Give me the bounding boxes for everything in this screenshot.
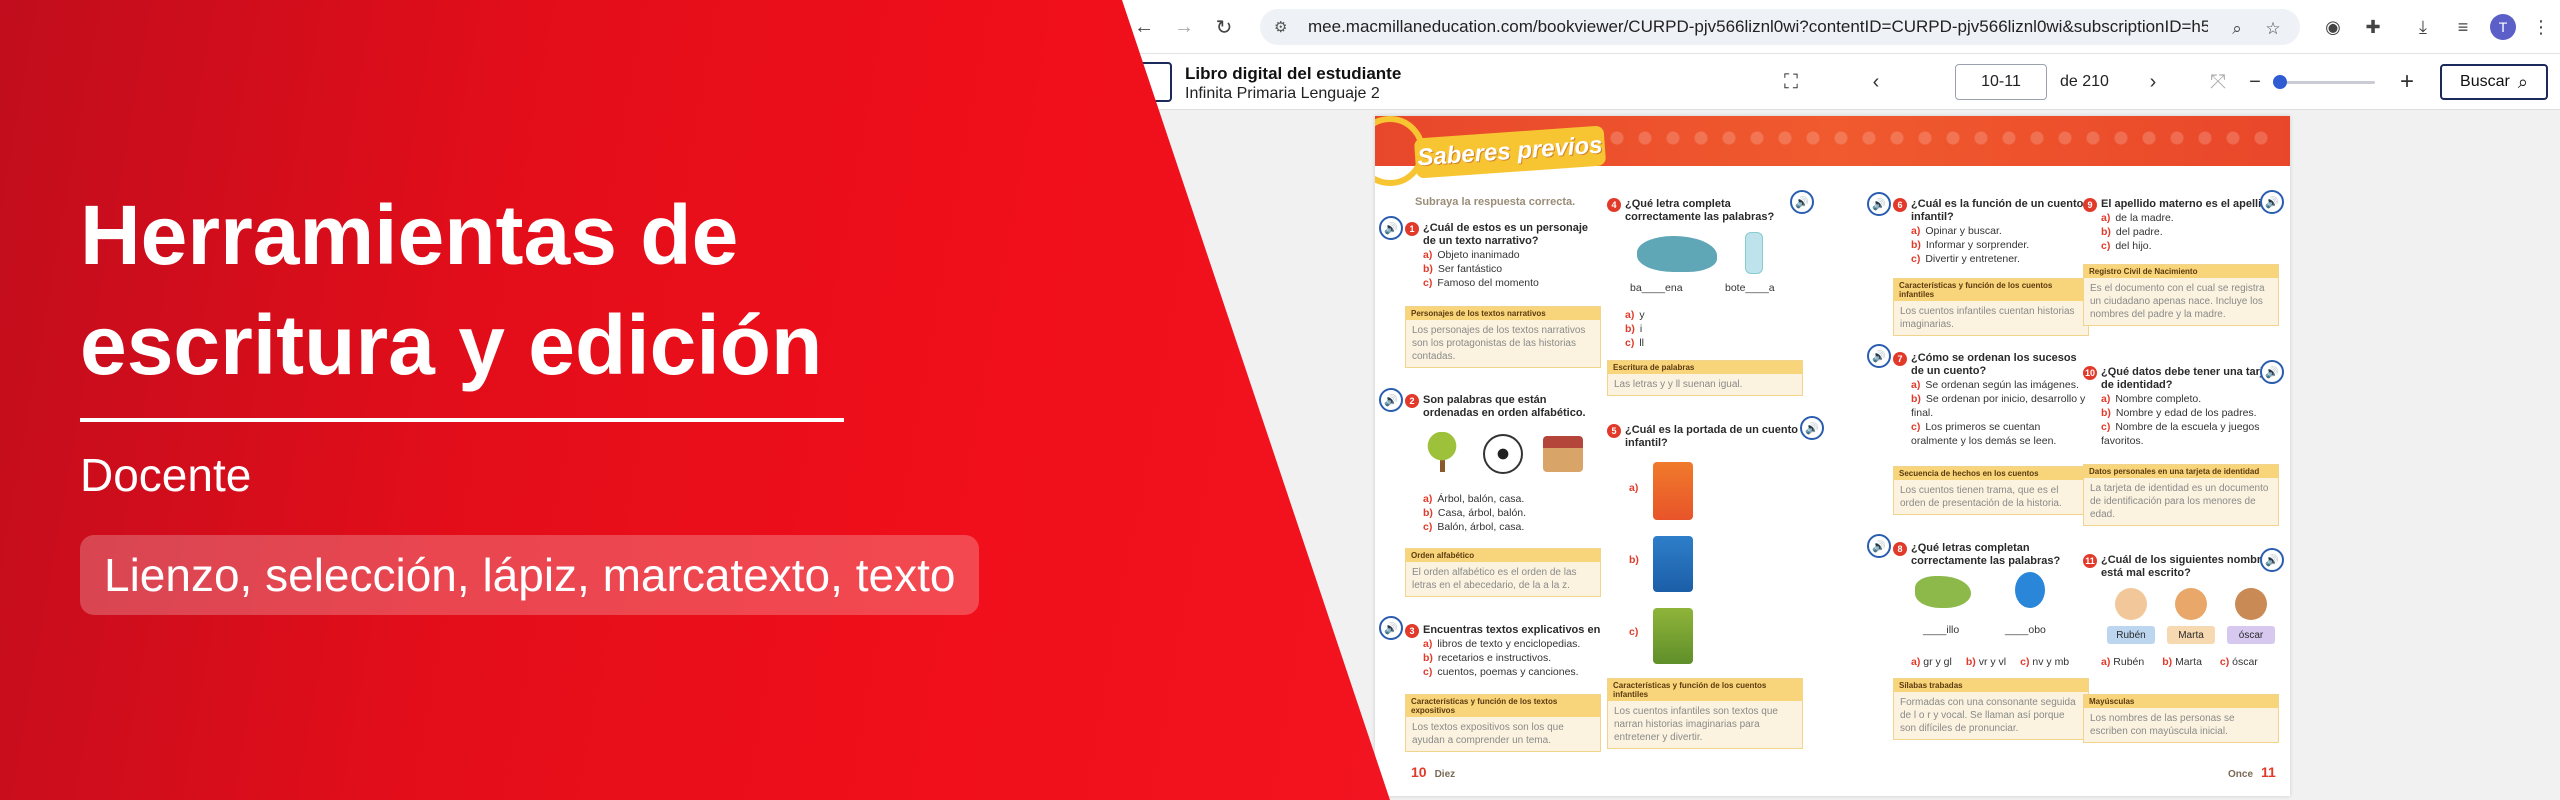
fullscreen-icon[interactable]: ⛶	[1778, 69, 1804, 95]
question-4: 4 ¿Qué letra completa correctamente las …	[1607, 198, 1803, 224]
extensions-puzzle-icon[interactable]: ✚	[2360, 14, 2386, 40]
question-8: 8 ¿Qué letras completan correctamente la…	[1893, 542, 2089, 568]
book-title: Libro digital del estudiante	[1185, 64, 1402, 83]
question-11-options: a) Rubén b) Marta c) óscar	[2101, 656, 2258, 668]
bookmark-star-icon[interactable]: ☆	[2262, 18, 2284, 40]
child-rube-illustration	[2115, 588, 2147, 620]
search-icon: ⌕	[2517, 71, 2528, 92]
word-blank-3: ____illo	[1923, 624, 1960, 636]
answer-box-5: Características y función de los cuentos…	[1607, 678, 1803, 749]
address-bar[interactable]: ⚙ mee.macmillaneducation.com/bookviewer/…	[1260, 9, 2300, 45]
audio-button-9[interactable]: 🔊	[2260, 190, 2284, 214]
answer-box-3: Características y función de los textos …	[1405, 694, 1601, 752]
answer-box-7: Secuencia de hechos en los cuentos Los c…	[1893, 466, 2089, 515]
promo-role: Docente	[80, 449, 252, 501]
zoom-magnifier-icon[interactable]: ⌕	[2226, 18, 2248, 40]
page-number-input[interactable]: 10-11	[1955, 64, 2047, 100]
bottle-illustration	[1745, 232, 1763, 274]
option-letter-c: c)	[1629, 626, 1639, 638]
question-3: 3 Encuentras textos explicativos en a) li…	[1405, 624, 1601, 679]
balloon-illustration	[2015, 572, 2045, 608]
house-illustration	[1543, 436, 1583, 472]
option-letter-b: b)	[1629, 554, 1639, 566]
forward-arrow-icon[interactable]: →	[1170, 13, 1198, 41]
camera-icon[interactable]: ◉	[2320, 14, 2346, 40]
zoom-out-icon[interactable]: −	[2242, 69, 2268, 95]
page-footer-right: Once 11	[2228, 764, 2276, 780]
answer-box-8: Sílabas trabadas Formadas con una conson…	[1893, 678, 2089, 740]
whale-illustration	[1637, 236, 1717, 272]
cover-b-illustration[interactable]	[1653, 536, 1693, 592]
more-menu-icon[interactable]: ⋮	[2528, 14, 2554, 40]
audio-button-10[interactable]: 🔊	[2260, 360, 2284, 384]
browser-toolbar: ← → ↻ ⚙ mee.macmillaneducation.com/bookv…	[1110, 0, 2560, 54]
zoom-in-icon[interactable]: +	[2394, 68, 2420, 95]
book-spread[interactable]: Saberes previos Subraya la respuesta cor…	[1375, 116, 2290, 796]
zoom-slider-handle[interactable]	[2273, 75, 2287, 89]
answer-box-10: Datos personales en una tarjeta de ident…	[2083, 464, 2279, 526]
viewer-toolbar: ‹ Libro digital del estudiante Infinita …	[1110, 54, 2560, 110]
audio-button-5[interactable]: 🔊	[1800, 416, 1824, 440]
word-blank-4: ____obo	[2005, 624, 2046, 636]
audio-button-4[interactable]: 🔊	[1790, 190, 1814, 214]
answer-box-1: Personajes de los textos narrativos Los …	[1405, 306, 1601, 368]
cover-a-illustration[interactable]	[1653, 462, 1693, 520]
question-1: 1 ¿Cuál de estos es un personaje de un t…	[1405, 222, 1601, 290]
answer-box-2: Orden alfabético El orden alfabético es …	[1405, 548, 1601, 597]
search-button-label: Buscar	[2460, 73, 2510, 90]
child-oscar-illustration	[2235, 588, 2267, 620]
name-tag-1: Rubén	[2107, 626, 2155, 644]
search-button[interactable]: Buscar ⌕	[2440, 64, 2548, 100]
question-5: 5 ¿Cuál es la portada de un cuento infan…	[1607, 424, 1803, 450]
name-tag-3: óscar	[2227, 626, 2275, 644]
audio-button-8[interactable]: 🔊	[1867, 534, 1891, 558]
zoom-slider-track[interactable]	[2275, 81, 2375, 84]
audio-button-6[interactable]: 🔊	[1867, 192, 1891, 216]
cover-c-illustration[interactable]	[1653, 608, 1693, 664]
cricket-illustration	[1915, 576, 1971, 608]
promo-tools-pill: Lienzo, selección, lápiz, marcatexto, te…	[80, 535, 980, 615]
name-tag-2: Marta	[2167, 626, 2215, 644]
page-total: de 210	[2060, 73, 2109, 90]
option-letter-a: a)	[1629, 482, 1639, 494]
word-blank-2: bote____a	[1725, 282, 1775, 294]
question-2: 2 Son palabras que están ordenadas en or…	[1405, 394, 1601, 420]
download-icon[interactable]: ⤓	[2410, 14, 2436, 40]
audio-button-7[interactable]: 🔊	[1867, 344, 1891, 368]
answer-box-9: Registro Civil de Nacimiento Es el docum…	[2083, 264, 2279, 326]
previous-page-icon[interactable]: ‹	[1863, 69, 1889, 95]
site-settings-icon[interactable]: ⚙	[1274, 18, 1298, 36]
answer-box-11: Mayúsculas Los nombres de las personas s…	[2083, 694, 2279, 743]
screen: ← → ↻ ⚙ mee.macmillaneducation.com/bookv…	[0, 0, 2560, 800]
profile-avatar[interactable]: T	[2490, 14, 2516, 40]
page-footer-left: 10 Diez	[1411, 764, 1456, 780]
reading-list-icon[interactable]: ≡	[2450, 14, 2476, 40]
answer-box-6: Características y función de los cuentos…	[1893, 278, 2089, 336]
answer-box-4: Escritura de palabras Las letras y y ll …	[1607, 360, 1803, 396]
question-11: 11 ¿Cuál de los siguientes nombres está …	[2083, 554, 2279, 580]
ball-illustration	[1483, 434, 1523, 474]
question-4-options: a) y b) i c) ll	[1625, 309, 1645, 349]
url-text: mee.macmillaneducation.com/bookviewer/CU…	[1308, 17, 2208, 36]
question-6: 6 ¿Cuál es la función de un cuento infan…	[1893, 198, 2089, 266]
reload-icon[interactable]: ↻	[1210, 13, 1238, 41]
child-marta-illustration	[2175, 588, 2207, 620]
audio-button-11[interactable]: 🔊	[2260, 548, 2284, 572]
instruction-text: Subraya la respuesta correcta.	[1415, 196, 1576, 208]
next-page-icon[interactable]: ›	[2140, 69, 2166, 95]
word-blank-1: ba____ena	[1630, 282, 1683, 294]
question-10: 10 ¿Qué datos debe tener una tarjeta de …	[2083, 366, 2279, 447]
audio-button-2[interactable]: 🔊	[1379, 388, 1403, 412]
audio-button-1[interactable]: 🔊	[1379, 216, 1403, 240]
question-9: 9 El apellido materno es el apellido a) d…	[2083, 198, 2279, 253]
question-8-options: a) gr y gl b) vr y vl c) nv y mb	[1911, 656, 2070, 668]
book-subtitle: Infinita Primaria Lenguaje 2	[1185, 85, 1380, 102]
promo-divider	[80, 418, 844, 422]
question-2-options: a) Árbol, balón, casa. b) Casa, árbol, bal…	[1423, 493, 1527, 533]
question-7: 7 ¿Cómo se ordenan los sucesos de un cue…	[1893, 352, 2089, 448]
tree-illustration	[1425, 432, 1459, 472]
promo-title: Herramientas de escritura y edición	[80, 188, 823, 392]
fit-page-icon[interactable]: ⤧	[2205, 69, 2231, 95]
audio-button-3[interactable]: 🔊	[1379, 616, 1403, 640]
